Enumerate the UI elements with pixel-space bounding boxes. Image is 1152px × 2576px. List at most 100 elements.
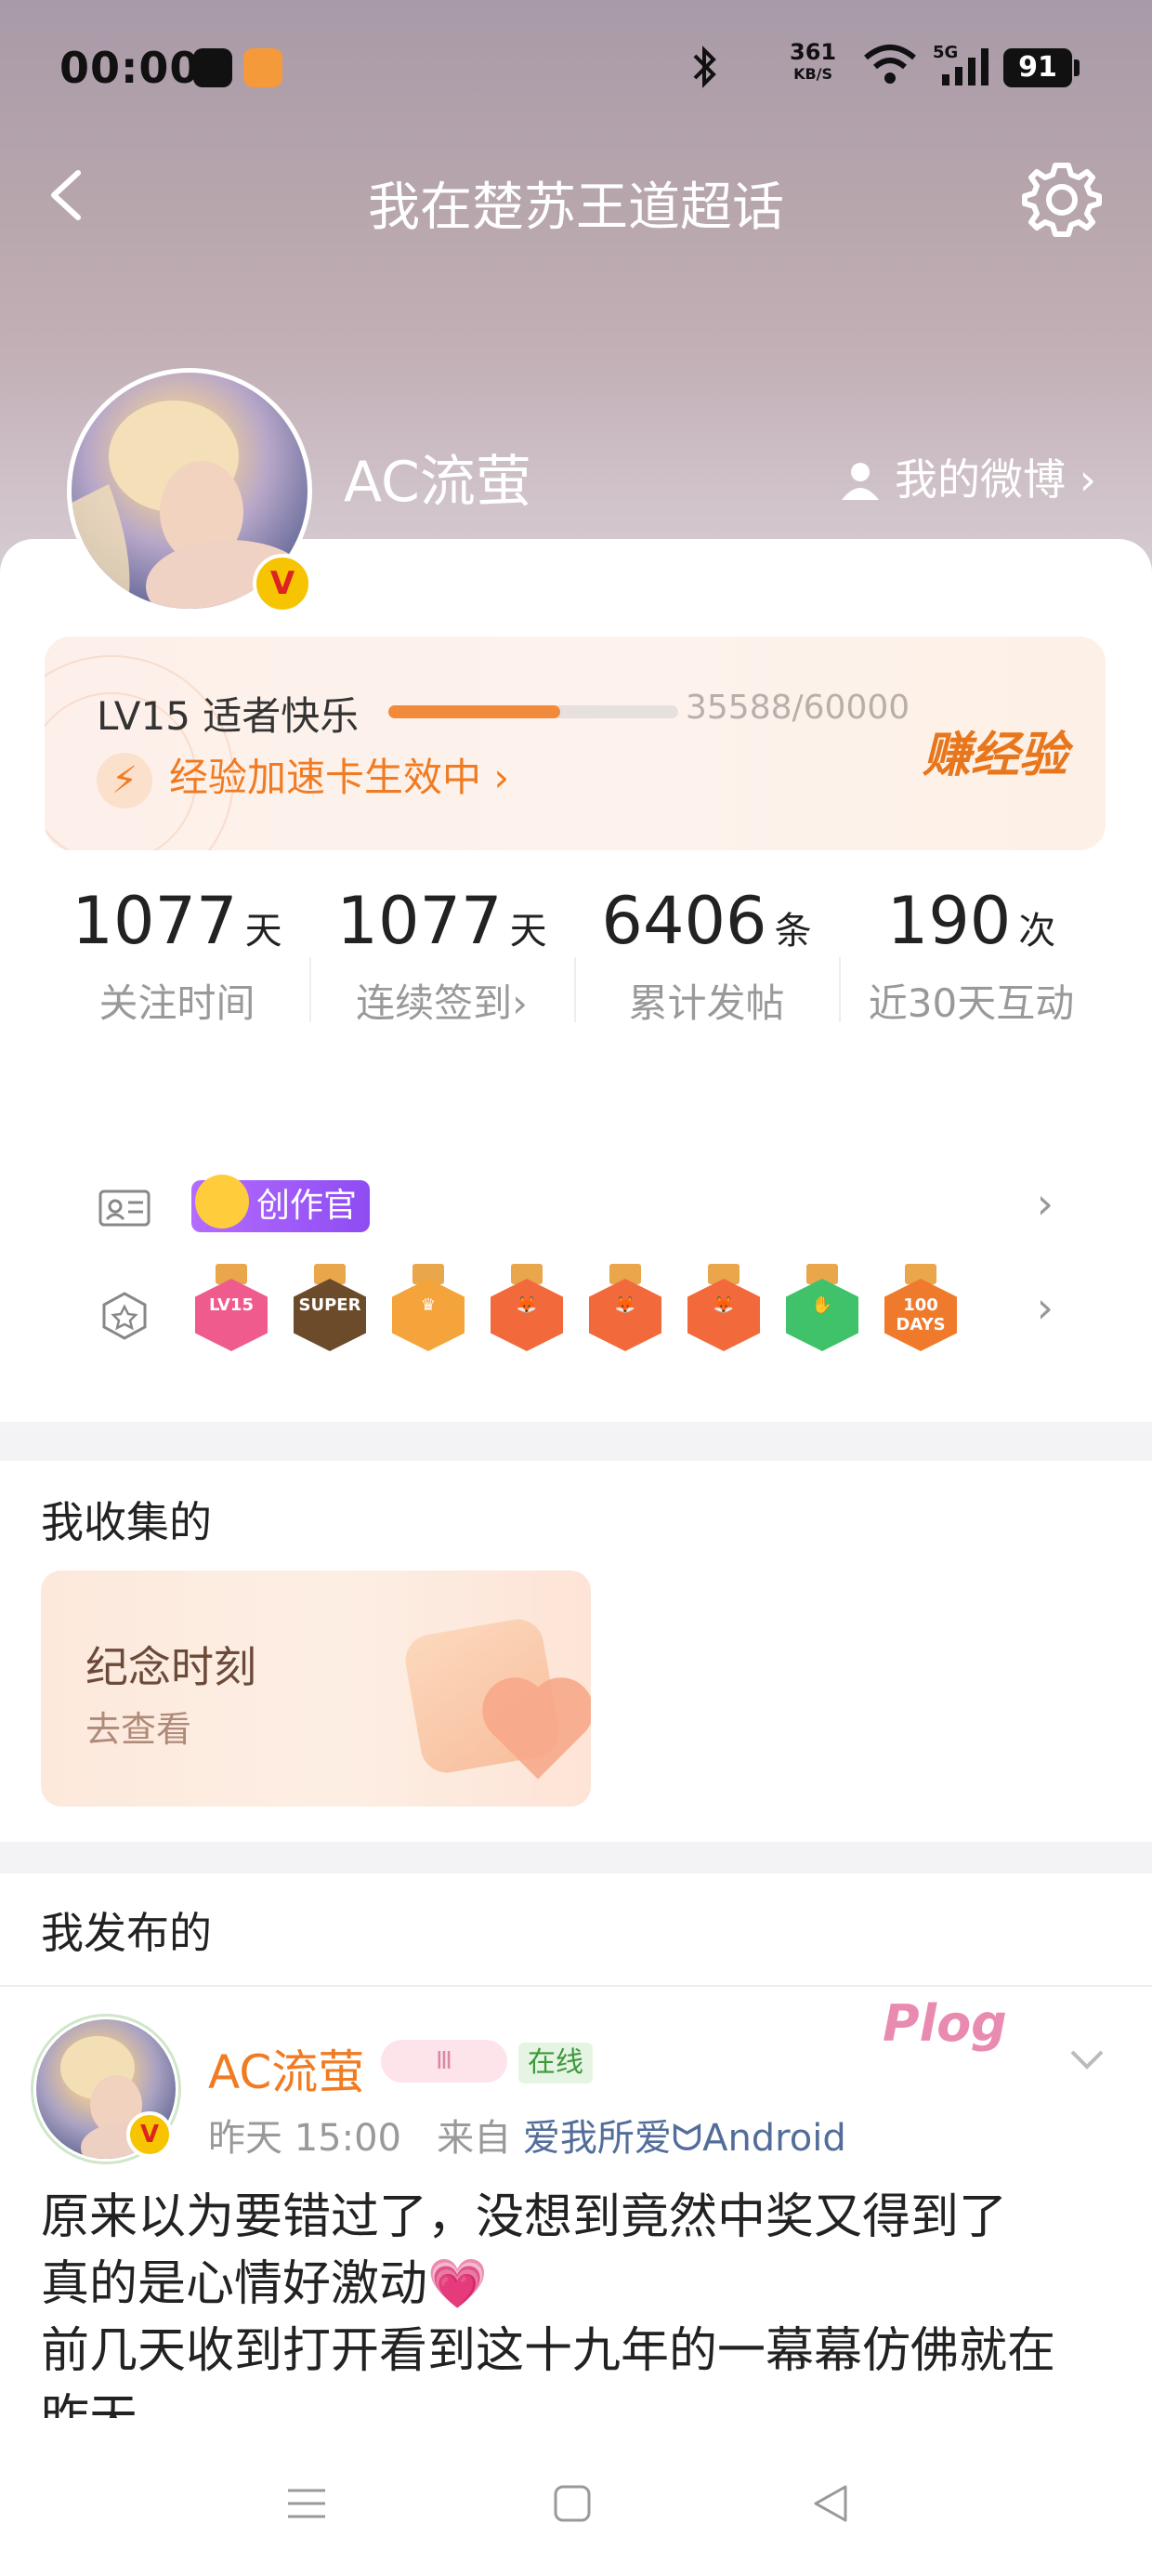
post-meta: 昨天 15:00 来自 爱我所爱ᗢAndroid <box>208 2108 846 2162</box>
level-progress-text: 35588/60000 <box>686 689 910 727</box>
stat-unit: 次 <box>1018 910 1056 953</box>
id-card-icon <box>98 1189 151 1227</box>
medal-text: 🦊 <box>713 1295 735 1315</box>
network-speed: 361 KB/S <box>790 39 837 83</box>
status-time: 00:00 <box>59 43 201 93</box>
stat-label: 累计发帖 <box>628 980 785 1026</box>
stat-number: 1077 <box>336 883 503 959</box>
fox-medal-3[interactable]: 🦊 <box>687 1264 760 1353</box>
memorial-moments-card[interactable]: 纪念时刻 去查看 <box>41 1571 591 1807</box>
section-gap <box>0 1842 1152 1873</box>
medal-shape <box>294 1279 366 1351</box>
fox-medal-2[interactable]: 🦊 <box>589 1264 661 1353</box>
chevron-right-icon: › <box>1079 454 1096 505</box>
my-weibo-link[interactable]: 我的微博 › <box>840 446 1096 507</box>
online-status-badge: 在线 <box>518 2043 593 2083</box>
system-navigation-bar <box>0 2435 1152 2576</box>
stat-follow-time: 1077 天 关注时间 <box>45 883 309 1029</box>
medal-text: 🦊 <box>516 1295 538 1315</box>
back-triangle-icon[interactable] <box>808 2481 853 2526</box>
plog-sticker: Plog <box>883 1994 1007 2053</box>
my-weibo-label: 我的微博 <box>894 454 1066 505</box>
status-bar: 00:00 361 KB/S 5G 91 <box>0 37 1152 102</box>
medal-text: 100 DAYS <box>896 1295 946 1334</box>
medal-shape <box>589 1279 661 1351</box>
menu-icon[interactable] <box>284 2481 329 2526</box>
level-progress-fill <box>388 705 561 718</box>
stat-label: 连续签到 <box>356 980 513 1026</box>
medal-text: SUPER <box>298 1295 361 1315</box>
super-medal[interactable]: SUPER <box>294 1264 366 1353</box>
post-source-link[interactable]: 爱我所爱ᗢAndroid <box>523 2117 846 2160</box>
lightning-icon: ⚡ <box>97 752 152 808</box>
stat-posts: 6406 条 累计发帖 <box>574 883 839 1029</box>
stat-unit: 天 <box>244 910 282 953</box>
chevron-right-icon[interactable]: › <box>1037 1282 1054 1333</box>
collected-heading: 我收集的 <box>41 1497 212 1547</box>
chevron-down-icon[interactable] <box>1068 2041 1106 2078</box>
page-title: 我在楚苏王道超话 <box>368 177 784 238</box>
verified-v-badge-icon: V <box>126 2111 173 2158</box>
chevron-right-icon: › <box>512 980 528 1026</box>
medal-shape <box>491 1279 563 1351</box>
chevron-right-icon: › <box>493 755 510 800</box>
stat-unit: 条 <box>774 910 812 953</box>
user-icon <box>842 463 880 500</box>
medal-shape <box>392 1279 465 1351</box>
hand-medal[interactable]: ✋ <box>786 1264 858 1353</box>
medal-shape <box>195 1279 268 1351</box>
medal-text: LV15 <box>209 1295 254 1315</box>
home-square-icon[interactable] <box>550 2481 595 2526</box>
post-time: 昨天 15:00 <box>208 2117 401 2160</box>
stat-label: 关注时间 <box>98 980 255 1026</box>
wifi-icon <box>864 45 916 84</box>
stats-row: 1077 天 关注时间 1077 天 连续签到› 6406 条 累计发帖 190 次 近… <box>45 883 1106 1097</box>
exp-boost-link[interactable]: ⚡ 经验加速卡生效中 › <box>97 746 509 808</box>
crown-medal[interactable]: ♛ <box>392 1264 465 1353</box>
medal-shape <box>687 1279 760 1351</box>
bluetooth-icon <box>693 46 716 88</box>
level-card[interactable]: LV15 适者快乐 35588/60000 ⚡ 经验加速卡生效中 › 赚经验 <box>45 637 1106 850</box>
creator-emoji-icon <box>195 1175 249 1229</box>
post-text-line: 前几天收到打开看到这十九年的一幕幕仿佛就在 <box>41 2323 1056 2379</box>
creator-badge[interactable]: 创作官 <box>191 1175 371 1232</box>
stat-number: 190 <box>886 883 1012 959</box>
battery-indicator: 91 <box>1003 48 1080 87</box>
stat-interactions: 190 次 近30天互动 <box>839 883 1104 1029</box>
stat-checkin[interactable]: 1077 天 连续签到› <box>309 883 574 1029</box>
post-text[interactable]: 原来以为要错过了，没想到竟然中奖又得到了 真的是心情好激动💗 前几天收到打开看到… <box>41 2184 1119 2418</box>
profile-username: AC流萤 <box>344 450 531 515</box>
published-heading: 我发布的 <box>41 1908 212 1958</box>
signal-icon <box>942 48 988 85</box>
lv15-medal[interactable]: LV15 <box>195 1264 268 1353</box>
fox-medal-1[interactable]: 🦊 <box>491 1264 563 1353</box>
stat-number: 1077 <box>72 883 238 959</box>
medal-text: 🦊 <box>614 1295 636 1315</box>
chevron-right-icon[interactable]: › <box>1037 1178 1054 1229</box>
notification-app-icon <box>193 48 232 87</box>
published-section-header: 我发布的 <box>0 1873 1152 1987</box>
medal-text: ♛ <box>420 1295 437 1315</box>
notification-video-icon <box>243 48 282 87</box>
stat-number: 6406 <box>601 883 767 959</box>
memorial-card-title: 纪念时刻 <box>85 1642 256 1692</box>
level-label: LV15 适者快乐 <box>97 693 360 739</box>
section-gap <box>0 1431 1152 1461</box>
post-text-line: 真的是心情好激动💗 <box>41 2256 488 2312</box>
stat-label: 近30天互动 <box>868 980 1075 1026</box>
memorial-card-link[interactable]: 去查看 <box>85 1701 191 1752</box>
level-progress-bar <box>388 705 678 718</box>
post-text-line: 昨天 <box>41 2390 138 2418</box>
earn-exp-button[interactable]: 赚经验 <box>923 716 1067 785</box>
heart-decoration-icon <box>491 1687 584 1780</box>
post-from-label: 来自 <box>437 2117 512 2160</box>
medal-icon <box>102 1292 147 1340</box>
creator-badge-label: 创作官 <box>256 1187 358 1225</box>
fan-level-badge: Ⅲ <box>381 2040 507 2083</box>
post-author-name[interactable]: AC流萤 <box>208 2035 364 2102</box>
days-medal[interactable]: 100 DAYS <box>884 1264 957 1353</box>
settings-gear-icon[interactable] <box>1020 158 1104 242</box>
medal-text: ✋ <box>811 1295 833 1315</box>
honors-card: 创作官 › LV15 SUPER ♛ 🦊 🦊 🦊 ✋ 100 DAYS › <box>45 1124 1106 1403</box>
medal-shape <box>786 1279 858 1351</box>
